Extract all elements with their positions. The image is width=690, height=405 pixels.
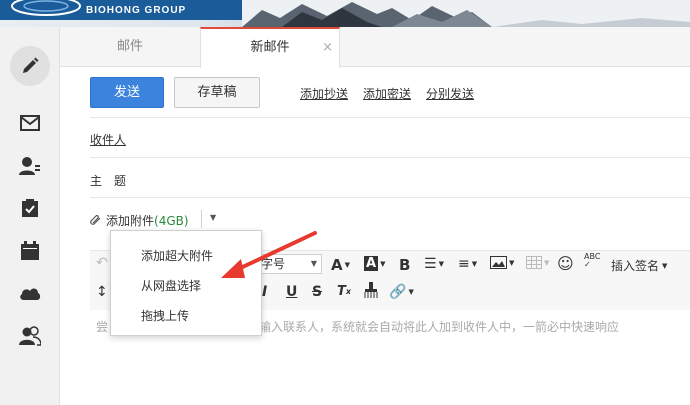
clear-format-icon[interactable]: Tx bbox=[337, 284, 351, 299]
add-cc-link[interactable]: 添加抄送 bbox=[300, 85, 348, 102]
mountain-banner-image bbox=[242, 0, 690, 27]
left-nav-rail bbox=[0, 27, 60, 405]
top-banner: BIOHONG GROUP bbox=[0, 0, 690, 27]
table-icon[interactable]: ▼ bbox=[526, 256, 549, 269]
nav-mail[interactable] bbox=[8, 103, 52, 143]
send-button[interactable]: 发送 bbox=[90, 77, 164, 108]
font-size-select[interactable]: 字号 ▼ bbox=[256, 254, 322, 274]
divider bbox=[90, 197, 690, 198]
nav-calendar[interactable] bbox=[8, 231, 52, 271]
insert-signature-button[interactable]: 插入签名 ▼ bbox=[611, 257, 667, 274]
attachment-menu: 添加超大附件 从网盘选择 拖拽上传 bbox=[110, 230, 262, 336]
company-logo: BIOHONG GROUP bbox=[0, 0, 242, 20]
mail-icon bbox=[20, 115, 40, 131]
font-size-label: 字号 bbox=[261, 257, 286, 271]
nav-cloud[interactable] bbox=[8, 273, 52, 313]
close-tab-icon[interactable]: × bbox=[322, 29, 333, 67]
tab-new-mail[interactable]: 新邮件 × bbox=[200, 27, 340, 68]
divider bbox=[201, 210, 202, 228]
logo-text: BIOHONG GROUP bbox=[86, 5, 187, 16]
menu-item-drag-upload[interactable]: 拖拽上传 bbox=[141, 307, 189, 324]
recipient-label[interactable]: 收件人 bbox=[90, 131, 126, 148]
divider bbox=[90, 157, 690, 158]
cloud-icon bbox=[19, 285, 41, 301]
pencil-icon bbox=[20, 56, 40, 76]
strikethrough-icon[interactable]: S bbox=[312, 284, 322, 300]
insert-image-icon[interactable]: ▼ bbox=[490, 256, 514, 269]
attachment-dropdown-caret-icon[interactable]: ▼ bbox=[210, 213, 216, 222]
tab-mail[interactable]: 邮件 bbox=[60, 27, 200, 67]
contacts-icon bbox=[19, 156, 41, 176]
spellcheck-icon[interactable]: ABC ✓ bbox=[584, 253, 600, 269]
bold-icon[interactable]: B bbox=[399, 256, 410, 274]
add-attachment-button[interactable]: 添加附件 (4GB) bbox=[90, 212, 189, 229]
link-icon[interactable]: 🔗 ▼ bbox=[389, 284, 414, 300]
highlight-icon[interactable]: A ▼ bbox=[364, 256, 385, 271]
add-attachment-label: 添加附件 bbox=[106, 214, 155, 228]
underline-icon[interactable]: U bbox=[286, 284, 297, 300]
nav-groups[interactable] bbox=[8, 316, 52, 356]
nav-tasks[interactable] bbox=[8, 188, 52, 228]
bullet-list-icon[interactable]: ☰ ▼ bbox=[424, 256, 444, 272]
menu-item-from-cloud-disk[interactable]: 从网盘选择 bbox=[141, 277, 201, 294]
insert-signature-label: 插入签名 bbox=[611, 259, 660, 273]
emoji-icon[interactable]: ☺ bbox=[557, 254, 574, 273]
numbered-list-icon[interactable]: ≡ ▼ bbox=[458, 256, 477, 272]
line-height-icon[interactable]: ↕ bbox=[96, 284, 108, 300]
body-placeholder-hint: 输入联系人，系统就会自动将此人加到收件人中，一箭必中快速响应 bbox=[259, 320, 620, 334]
groups-icon bbox=[19, 326, 41, 346]
paperclip-icon bbox=[90, 214, 102, 228]
tasks-icon bbox=[21, 198, 39, 218]
nav-contacts[interactable] bbox=[8, 146, 52, 186]
chevron-down-icon: ▼ bbox=[310, 259, 317, 268]
italic-icon[interactable]: I bbox=[262, 284, 267, 300]
separate-send-link[interactable]: 分别发送 bbox=[426, 85, 474, 102]
undo-icon[interactable]: ↶ bbox=[96, 255, 108, 271]
attachment-size-limit: (4GB) bbox=[154, 213, 189, 228]
tab-new-mail-label: 新邮件 bbox=[250, 40, 290, 55]
save-draft-button[interactable]: 存草稿 bbox=[174, 77, 260, 108]
compose-button[interactable] bbox=[10, 46, 50, 86]
menu-item-large-attachment[interactable]: 添加超大附件 bbox=[141, 247, 213, 264]
tab-mail-label: 邮件 bbox=[116, 39, 143, 54]
font-color-icon[interactable]: A ▼ bbox=[331, 256, 350, 274]
subject-label: 主 题 bbox=[90, 174, 127, 188]
format-painter-icon[interactable] bbox=[364, 282, 378, 298]
divider bbox=[90, 117, 690, 118]
calendar-icon bbox=[20, 241, 40, 261]
add-bcc-link[interactable]: 添加密送 bbox=[363, 85, 411, 102]
body-placeholder-start: 尝 bbox=[96, 320, 109, 334]
tab-bar: 邮件 新邮件 × bbox=[60, 27, 690, 68]
